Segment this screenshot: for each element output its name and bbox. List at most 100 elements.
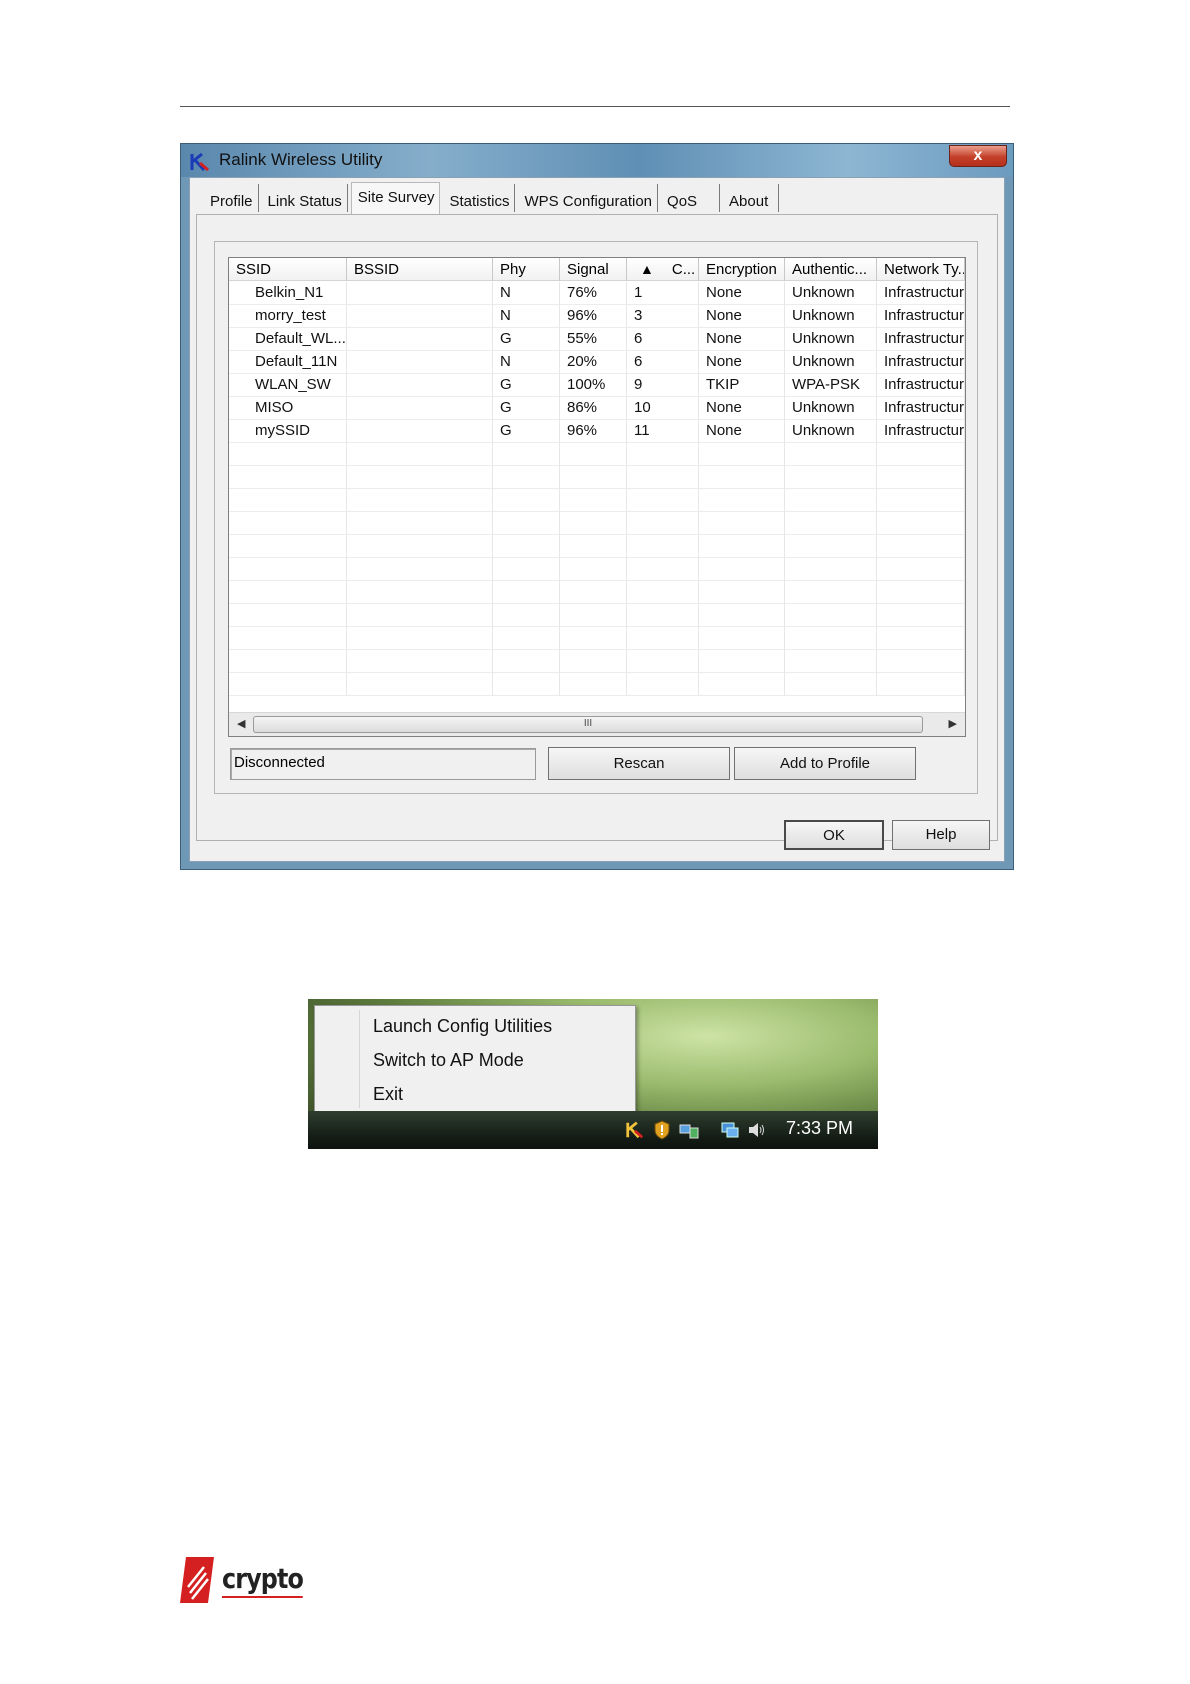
cell-phy <box>493 466 560 489</box>
survey-group-box: SSID BSSID Phy Signal ▲ C... Encryption A… <box>214 241 978 794</box>
menu-item-switch-to-ap-mode[interactable]: Switch to AP Mode <box>373 1050 524 1071</box>
table-row[interactable]: Default_WL... G 55% 6 None Unknown Infrastruct… <box>229 328 965 351</box>
cell-phy <box>493 650 560 673</box>
cell-phy: G <box>493 420 560 443</box>
cell-ssid: Default_WL... <box>229 328 347 351</box>
tab-site-survey[interactable]: Site Survey <box>350 182 441 214</box>
table-row[interactable]: mySSID G 96% 11 None Unknown Infrastructure <box>229 420 965 443</box>
cell-ssid <box>229 489 347 512</box>
cell-phy: N <box>493 282 560 305</box>
tab-qos[interactable]: QoS <box>661 184 721 212</box>
column-header-channel[interactable]: ▲ C... <box>627 258 699 281</box>
table-row[interactable]: Default_11N N 20% 6 None Unknown Infrastructur… <box>229 351 965 374</box>
cell-bssid <box>347 581 493 604</box>
cell-network-type <box>877 512 965 535</box>
cell-ssid <box>229 604 347 627</box>
ralink-tray-icon[interactable] <box>624 1119 646 1141</box>
taskbar-clock[interactable]: 7:33 PM <box>786 1118 853 1139</box>
tab-about[interactable]: About <box>723 184 780 212</box>
column-header-signal[interactable]: Signal <box>560 258 627 281</box>
cell-authentication <box>785 535 877 558</box>
table-row[interactable]: WLAN_SW G 100% 9 TKIP WPA-PSK Infrastructure <box>229 374 965 397</box>
title-bar[interactable]: Ralink Wireless Utility x <box>181 144 1013 177</box>
cell-ssid: WLAN_SW <box>229 374 347 397</box>
column-header-network-type[interactable]: Network Ty... <box>877 258 965 281</box>
cell-phy: N <box>493 351 560 374</box>
cell-ssid <box>229 535 347 558</box>
rescan-button[interactable]: Rescan <box>548 747 730 780</box>
cell-encryption <box>699 604 785 627</box>
cell-network-type: Infrastructure <box>877 328 965 351</box>
tab-link-status[interactable]: Link Status <box>262 184 348 212</box>
table-row[interactable]: Belkin_N1 N 76% 1 None Unknown Infrastructure <box>229 282 965 305</box>
cell-authentication <box>785 489 877 512</box>
volume-icon[interactable] <box>746 1119 768 1141</box>
scroll-thumb[interactable]: III <box>253 716 923 733</box>
cell-bssid <box>347 627 493 650</box>
cell-channel <box>627 604 699 627</box>
cell-encryption: None <box>699 305 785 328</box>
cell-authentication <box>785 673 877 696</box>
cell-encryption: None <box>699 420 785 443</box>
network-connection-icon[interactable] <box>719 1119 741 1141</box>
table-row-empty <box>229 673 965 696</box>
column-header-channel-label: C... <box>671 261 696 278</box>
cell-bssid <box>347 489 493 512</box>
cell-channel: 9 <box>627 374 699 397</box>
security-shield-icon[interactable] <box>651 1119 673 1141</box>
tab-statistics[interactable]: Statistics <box>443 184 516 212</box>
cell-ssid: Default_11N <box>229 351 347 374</box>
ok-button[interactable]: OK <box>784 820 884 850</box>
cell-signal <box>560 512 627 535</box>
menu-item-launch-config-utilities[interactable]: Launch Config Utilities <box>373 1016 552 1037</box>
table-row[interactable]: morry_test N 96% 3 None Unknown Infrastructure <box>229 305 965 328</box>
cell-channel <box>627 512 699 535</box>
menu-item-exit[interactable]: Exit <box>373 1084 403 1105</box>
cell-bssid <box>347 558 493 581</box>
network-config-icon[interactable] <box>678 1119 700 1141</box>
cell-channel: 3 <box>627 305 699 328</box>
ralink-app-icon <box>190 152 209 172</box>
cell-network-type <box>877 489 965 512</box>
tab-profile[interactable]: Profile <box>204 184 259 212</box>
cell-authentication <box>785 604 877 627</box>
cell-encryption <box>699 581 785 604</box>
cell-channel <box>627 535 699 558</box>
column-header-bssid[interactable]: BSSID <box>347 258 493 281</box>
cell-bssid <box>347 650 493 673</box>
cell-authentication <box>785 512 877 535</box>
cell-signal: 20% <box>560 351 627 374</box>
cell-phy <box>493 443 560 466</box>
table-row[interactable]: MISO G 86% 10 None Unknown Infrastructure <box>229 397 965 420</box>
cell-bssid <box>347 397 493 420</box>
column-header-authentication[interactable]: Authentic... <box>785 258 877 281</box>
scroll-left-icon[interactable]: ◀ <box>237 717 245 730</box>
cell-encryption <box>699 443 785 466</box>
column-header-encryption[interactable]: Encryption <box>699 258 785 281</box>
horizontal-scrollbar[interactable]: ◀ III ▶ <box>229 712 965 736</box>
cell-bssid <box>347 535 493 558</box>
cell-channel <box>627 581 699 604</box>
column-header-ssid[interactable]: SSID <box>229 258 347 281</box>
scroll-right-icon[interactable]: ▶ <box>949 717 957 730</box>
cell-network-type <box>877 604 965 627</box>
cell-network-type <box>877 650 965 673</box>
list-body: Belkin_N1 N 76% 1 None Unknown Infrastructure m… <box>229 282 965 713</box>
cell-bssid <box>347 604 493 627</box>
close-button[interactable]: x <box>949 145 1007 167</box>
column-header-phy[interactable]: Phy <box>493 258 560 281</box>
cell-signal <box>560 650 627 673</box>
network-list[interactable]: SSID BSSID Phy Signal ▲ C... Encryption A… <box>228 257 966 737</box>
tab-wps-configuration[interactable]: WPS Configuration <box>518 184 659 212</box>
cell-authentication <box>785 466 877 489</box>
cell-ssid <box>229 558 347 581</box>
cell-ssid <box>229 443 347 466</box>
cell-encryption: None <box>699 328 785 351</box>
cell-channel: 1 <box>627 282 699 305</box>
add-to-profile-button[interactable]: Add to Profile <box>734 747 916 780</box>
cell-signal <box>560 489 627 512</box>
cell-encryption <box>699 558 785 581</box>
table-row-empty <box>229 489 965 512</box>
cell-signal <box>560 535 627 558</box>
help-button[interactable]: Help <box>892 820 990 850</box>
